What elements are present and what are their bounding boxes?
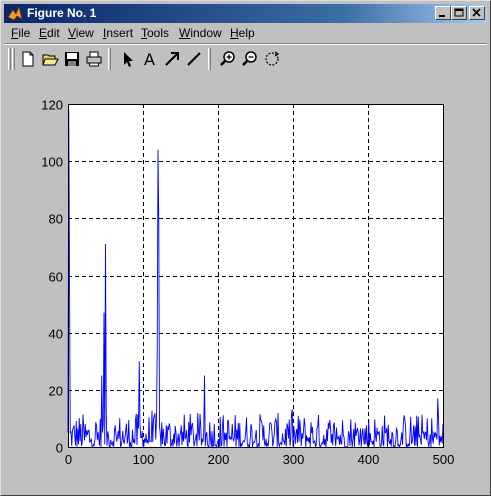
y-tick-label: 80 (49, 212, 63, 227)
y-tick-labels: 0 20 40 60 80 100 120 (41, 98, 63, 456)
menu-help[interactable]: Help (230, 26, 255, 41)
toolbar-separator (108, 48, 111, 70)
zoom-in-icon (220, 51, 235, 66)
rotate-icon (265, 51, 280, 66)
menu-bar: File Edit View Insert Tools Window Help (4, 25, 487, 43)
y-tick-label: 60 (49, 270, 63, 285)
title-bar[interactable]: Figure No. 1 (4, 4, 487, 23)
insert-text-button[interactable]: A (139, 48, 161, 70)
figure-window: Figure No. 1 File Edit View Insert Tools… (0, 0, 491, 496)
menu-tools[interactable]: Tools (141, 26, 169, 41)
toolbar-grip-2 (12, 48, 15, 70)
insert-line-icon (187, 52, 201, 66)
save-icon (65, 52, 79, 66)
toolbar-grip[interactable] (8, 48, 11, 70)
open-file-button[interactable] (39, 48, 61, 70)
toolbar-separator-2 (208, 48, 211, 70)
x-tick-label: 300 (283, 452, 305, 467)
open-folder-icon (42, 54, 59, 66)
zoom-in-button[interactable] (217, 48, 239, 70)
new-file-icon (22, 51, 34, 67)
x-tick-label: 100 (133, 452, 155, 467)
plot-svg: 0 100 200 300 400 500 0 20 40 60 80 100 120 (41, 98, 454, 468)
menu-file[interactable]: File (11, 26, 30, 41)
close-icon (472, 8, 481, 17)
y-tick-label: 100 (41, 155, 63, 170)
minimize-button[interactable] (435, 6, 451, 20)
print-button[interactable] (83, 48, 105, 70)
menu-insert[interactable]: Insert (103, 26, 133, 41)
y-tick-label: 120 (41, 98, 63, 113)
maximize-icon (454, 8, 464, 17)
y-tick-label: 0 (56, 441, 63, 456)
x-tick-label: 0 (65, 452, 72, 467)
menu-edit[interactable]: Edit (39, 26, 60, 41)
x-tick-label: 200 (208, 452, 230, 467)
close-button[interactable] (469, 6, 485, 20)
matlab-logo-icon (7, 6, 23, 21)
menu-view[interactable]: View (68, 26, 94, 41)
toolbar: A (4, 45, 487, 73)
insert-line-button[interactable] (183, 48, 205, 70)
maximize-button[interactable] (451, 6, 467, 20)
print-icon (86, 51, 102, 67)
figure-canvas: 0 100 200 300 400 500 0 20 40 60 80 100 120 (4, 75, 489, 494)
menu-window[interactable]: Window (179, 26, 222, 41)
zoom-out-icon (242, 51, 257, 66)
insert-text-icon: A (144, 50, 155, 68)
x-tick-label: 500 (433, 452, 455, 467)
x-tick-label: 400 (358, 452, 380, 467)
edit-plot-button[interactable] (117, 48, 139, 70)
zoom-out-button[interactable] (239, 48, 261, 70)
new-figure-button[interactable] (17, 48, 39, 70)
y-tick-label: 40 (49, 327, 63, 342)
select-arrow-icon (124, 52, 133, 67)
y-tick-label: 20 (49, 384, 63, 399)
text-tool-glyph: A (144, 50, 155, 68)
insert-arrow-icon (165, 52, 179, 66)
minimize-icon (439, 15, 445, 17)
axes-background[interactable] (68, 104, 443, 447)
save-button[interactable] (61, 48, 83, 70)
window-title: Figure No. 1 (27, 6, 97, 20)
rotate-3d-button[interactable] (261, 48, 283, 70)
insert-arrow-button[interactable] (161, 48, 183, 70)
x-tick-labels: 0 100 200 300 400 500 (65, 452, 454, 467)
